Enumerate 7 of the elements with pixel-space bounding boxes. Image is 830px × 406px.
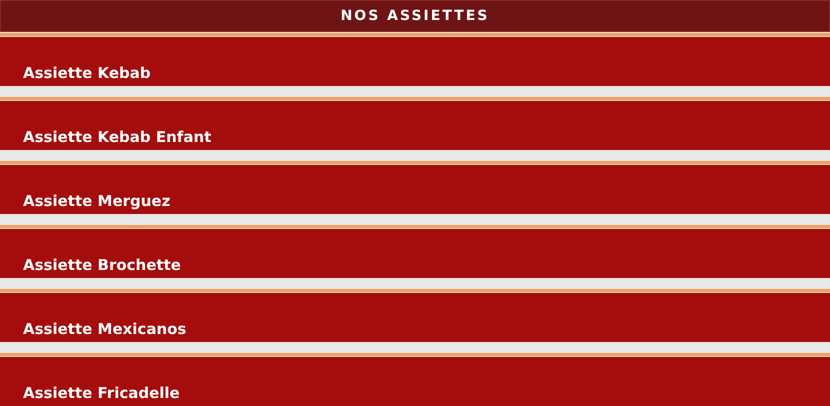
menu-item[interactable]: Assiette Mexicanos (0, 289, 830, 342)
menu-item[interactable]: Assiette Brochette (0, 225, 830, 278)
menu-item[interactable]: Assiette Kebab Enfant (0, 97, 830, 150)
menu-item[interactable]: Assiette Merguez (0, 161, 830, 214)
menu-item[interactable]: Assiette Fricadelle (0, 353, 830, 406)
section-title: NOS ASSIETTES (340, 8, 490, 24)
menu-item[interactable]: Assiette Kebab (0, 33, 830, 86)
